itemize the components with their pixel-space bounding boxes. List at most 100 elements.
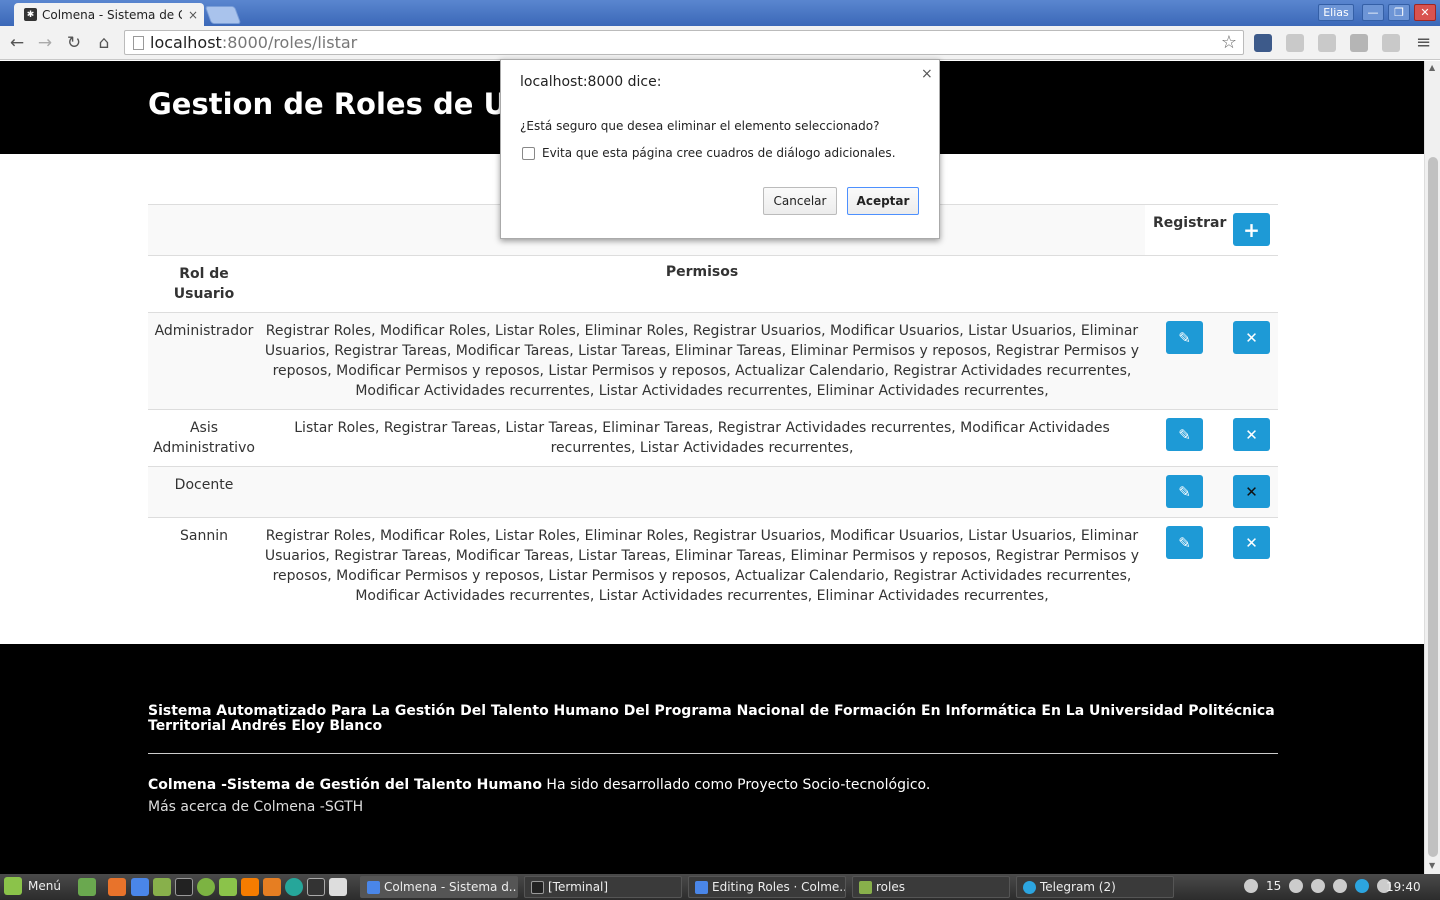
footer-title: Sistema Automatizado Para La Gestión Del… (148, 703, 1275, 734)
browser-tab-active[interactable]: ✱ Colmena - Sistema de Ge × (14, 3, 204, 26)
add-role-button[interactable]: + (1233, 213, 1270, 246)
footer-brand: Colmena -Sistema de Gestión del Talento … (148, 777, 542, 793)
edit-button[interactable]: ✎ (1166, 475, 1203, 508)
cancel-button[interactable]: Cancelar (763, 187, 837, 215)
files-icon[interactable] (153, 878, 171, 896)
table-row: Sannin Registrar Roles, Modificar Roles,… (148, 517, 1278, 614)
show-desktop-icon[interactable] (78, 878, 96, 896)
accept-button[interactable]: Aceptar (847, 187, 919, 215)
colmena-favicon-icon: ✱ (24, 8, 37, 21)
start-menu-label: Menú (28, 879, 61, 893)
app-icon-3[interactable] (329, 878, 347, 896)
edit-button[interactable]: ✎ (1166, 526, 1203, 559)
terminal-icon[interactable] (175, 878, 193, 896)
suppress-dialogs-checkbox[interactable] (522, 147, 535, 160)
role-name: Sannin (180, 528, 228, 544)
delete-button[interactable]: ✕ (1233, 526, 1270, 559)
edit-button[interactable]: ✎ (1166, 418, 1203, 451)
taskbar-item-chrome-colmena[interactable]: Colmena - Sistema d... (360, 876, 518, 898)
reload-icon[interactable]: ↻ (62, 31, 86, 55)
page-icon (133, 35, 144, 50)
telegram-icon (1023, 880, 1036, 894)
delete-button[interactable]: ✕ (1233, 418, 1270, 451)
telegram-tray-icon[interactable] (1355, 879, 1370, 893)
table-header: Rol de Usuario Permisos (148, 255, 1278, 312)
scroll-down-arrow-icon[interactable]: ▼ (1429, 861, 1435, 870)
folder-icon (859, 880, 872, 894)
hamburger-menu-icon[interactable]: ≡ (1416, 32, 1434, 53)
extension-icon-3[interactable] (1318, 34, 1336, 52)
url-path: :8000/roles/listar (221, 33, 358, 52)
role-name: Asis Administrativo (153, 420, 255, 456)
times-icon: ✕ (1245, 533, 1258, 552)
times-icon: ✕ (1245, 328, 1258, 347)
address-bar[interactable]: localhost :8000/roles/listar ☆ (124, 30, 1244, 55)
app-icon-2[interactable] (285, 878, 303, 896)
table-row: Docente ✎ ✕ (148, 466, 1278, 517)
url-host: localhost (150, 33, 222, 52)
pencil-icon: ✎ (1178, 533, 1191, 552)
pencil-icon: ✎ (1178, 482, 1191, 501)
chrome-icon[interactable] (131, 878, 149, 896)
bookmark-star-icon[interactable]: ☆ (1221, 32, 1237, 53)
update-alert-icon[interactable] (1244, 879, 1258, 893)
delete-button[interactable]: ✕ (1233, 321, 1270, 354)
user-icon[interactable] (1289, 879, 1304, 893)
back-arrow-icon[interactable]: ← (5, 31, 29, 55)
app-icon-1[interactable] (197, 878, 215, 896)
extension-icon-5[interactable] (1382, 34, 1400, 52)
home-icon[interactable]: ⌂ (92, 31, 116, 55)
sublime-icon[interactable] (263, 878, 281, 896)
tab-close-icon[interactable]: × (188, 8, 198, 22)
minimize-button[interactable]: — (1362, 4, 1384, 21)
chrome-icon (695, 880, 708, 894)
taskbar-item-chrome-editing[interactable]: Editing Roles · Colme... (688, 876, 846, 898)
taskbar-item-files-roles[interactable]: roles (852, 876, 1010, 898)
new-tab-button[interactable] (204, 6, 242, 24)
confirm-dialog: localhost:8000 dice: × ¿Está seguro que … (500, 59, 940, 239)
tab-title: Colmena - Sistema de Ge (42, 7, 182, 22)
clock[interactable]: 19:40 (1386, 880, 1421, 894)
profile-button[interactable]: Elias (1318, 4, 1354, 21)
plus-icon: + (1243, 217, 1260, 242)
extension-icon-1[interactable] (1254, 34, 1272, 52)
scrollbar-thumb[interactable] (1428, 157, 1438, 857)
extension-icon-2[interactable] (1286, 34, 1304, 52)
delete-button[interactable]: ✕ (1233, 475, 1270, 508)
update-count: 15 (1266, 879, 1282, 893)
dialog-close-icon[interactable]: × (921, 66, 933, 82)
footer-tagline: Ha sido desarrollado como Proyecto Socio… (541, 777, 931, 793)
dialog-title: localhost:8000 dice: (520, 74, 662, 90)
scroll-up-arrow-icon[interactable]: ▲ (1429, 63, 1435, 72)
monitor-icon[interactable] (307, 878, 325, 896)
task-label: [Terminal] (548, 880, 609, 894)
wifi-icon[interactable] (1311, 879, 1326, 893)
taskbar-item-telegram[interactable]: Telegram (2) (1016, 876, 1174, 898)
role-name: Administrador (154, 323, 254, 339)
maximize-button[interactable]: ❐ (1388, 4, 1410, 21)
suppress-dialogs-label[interactable]: Evita que esta página cree cuadros de di… (542, 146, 896, 160)
page-scrollbar[interactable]: ▲ ▼ (1424, 61, 1440, 874)
mint-logo-icon (4, 877, 22, 895)
times-icon: ✕ (1245, 425, 1258, 444)
footer-more-link[interactable]: Más acerca de Colmena -SGTH (148, 799, 363, 815)
volume-icon[interactable] (1333, 879, 1348, 893)
firefox-icon[interactable] (108, 878, 126, 896)
edit-button[interactable]: ✎ (1166, 321, 1203, 354)
start-menu-button[interactable]: Menú (4, 877, 61, 895)
role-permissions: Registrar Roles, Modificar Roles, Listar… (264, 528, 1140, 604)
close-window-button[interactable]: ✕ (1414, 4, 1436, 21)
task-label: Telegram (2) (1040, 880, 1116, 894)
system-tray: 15 (1244, 879, 1392, 893)
task-label: Editing Roles · Colme... (712, 880, 846, 894)
taskbar-item-terminal[interactable]: [Terminal] (524, 876, 682, 898)
task-label: Colmena - Sistema d... (384, 880, 518, 894)
times-icon: ✕ (1245, 482, 1258, 501)
page-footer: Sistema Automatizado Para La Gestión Del… (0, 644, 1424, 874)
android-icon[interactable] (219, 878, 237, 896)
extension-icon-4[interactable] (1350, 34, 1368, 52)
pencil-icon: ✎ (1178, 425, 1191, 444)
settings-app-icon[interactable] (241, 878, 259, 896)
forward-arrow-icon[interactable]: → (33, 31, 57, 55)
column-header-role: Rol de Usuario (173, 266, 235, 302)
